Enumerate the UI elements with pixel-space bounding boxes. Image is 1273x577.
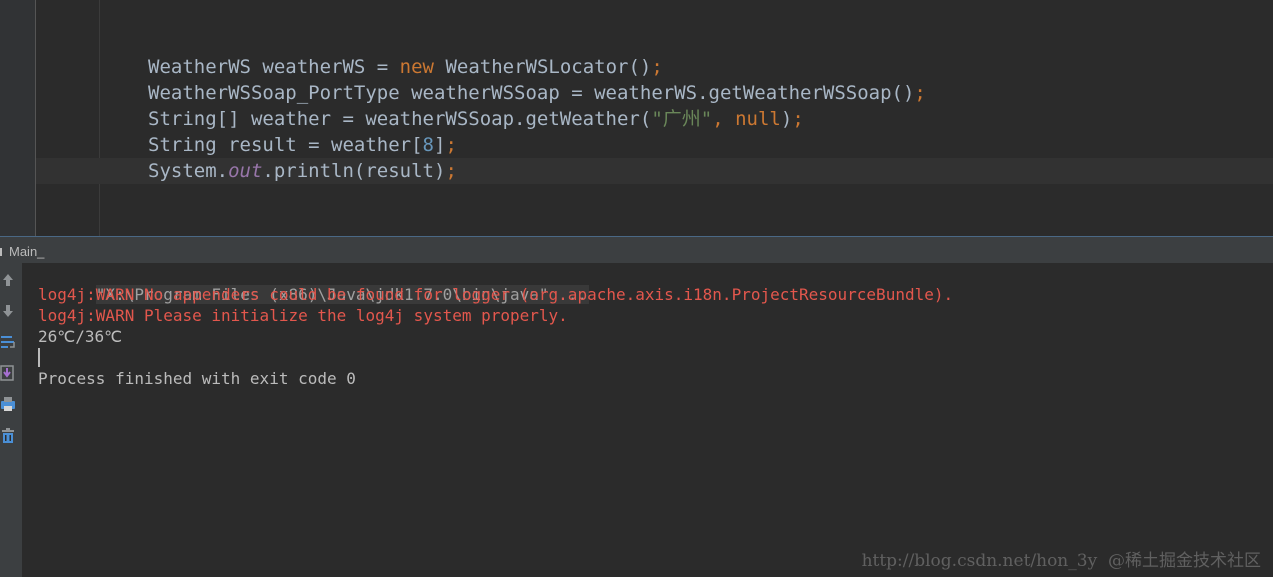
print-icon[interactable] [0, 393, 16, 415]
console-warn-line: log4j:WARN No appenders could be found f… [38, 285, 954, 304]
soft-wrap-icon[interactable] [0, 331, 16, 353]
code-token: String result = weather[ [148, 134, 423, 156]
code-line[interactable]: System.out.println(result); [148, 158, 457, 184]
code-token: ; [792, 108, 804, 130]
text-caret [38, 348, 40, 367]
code-editor[interactable]: WeatherWS weatherWS = new WeatherWSLocat… [0, 0, 1273, 236]
code-token: ; [445, 134, 457, 156]
console-output[interactable]: "X:\Program Files (x86)\Java\jdk1.7.0\bi… [23, 263, 1273, 577]
code-token: String[] weather = weatherWSSoap.getWeat… [148, 108, 652, 130]
rerun-icon[interactable] [0, 269, 16, 291]
run-panel-header: Main_ [0, 236, 1273, 263]
run-tab-main[interactable]: Main_ [0, 240, 44, 264]
code-line[interactable]: WeatherWS weatherWS = new WeatherWSLocat… [148, 54, 663, 80]
run-tab-label: Main_ [9, 244, 45, 259]
scroll-to-end-icon[interactable] [0, 362, 16, 384]
code-token: null [735, 108, 781, 130]
indent-guide [99, 0, 100, 236]
code-line[interactable]: String[] weather = weatherWSSoap.getWeat… [148, 106, 804, 132]
code-token: 8 [422, 134, 434, 156]
code-line[interactable]: String result = weather[8]; [148, 132, 457, 158]
console-exit-line: Process finished with exit code 0 [38, 369, 356, 388]
code-token: "广州" [651, 108, 713, 130]
code-line[interactable]: WeatherWSSoap_PortType weatherWSSoap = w… [148, 80, 926, 106]
console-command-line: "X:\Program Files (x86)\Java\jdk1.7.0\bi… [38, 263, 590, 304]
run-toolbar [0, 263, 23, 577]
code-token: ] [434, 134, 446, 156]
watermark: http://blog.csdn.net/hon_3y @稀土掘金技术社区 [861, 551, 1261, 571]
code-token: , [712, 108, 736, 130]
run-config-icon [0, 248, 8, 256]
code-token: ; [445, 160, 457, 182]
code-token: out [228, 160, 263, 182]
console-warn-line: log4j:WARN Please initialize the log4j s… [38, 306, 568, 325]
code-token: .println(result) [262, 160, 446, 182]
code-token: ; [651, 56, 663, 78]
code-token: WeatherWS weatherWS = [148, 56, 400, 78]
code-token: ) [780, 108, 793, 130]
scroll-down-icon[interactable] [0, 300, 16, 322]
clear-all-icon[interactable] [0, 424, 16, 446]
code-token: ; [914, 82, 926, 104]
code-token: WeatherWSSoap_PortType weatherWSSoap = w… [148, 82, 915, 104]
code-token: WeatherWSLocator() [434, 56, 652, 78]
console-result-line: 26℃/36℃ [38, 327, 123, 346]
ide-window: WeatherWS weatherWS = new WeatherWSLocat… [0, 0, 1273, 577]
code-token: new [399, 56, 434, 78]
code-token: System. [148, 160, 229, 182]
editor-gutter[interactable] [0, 0, 36, 236]
